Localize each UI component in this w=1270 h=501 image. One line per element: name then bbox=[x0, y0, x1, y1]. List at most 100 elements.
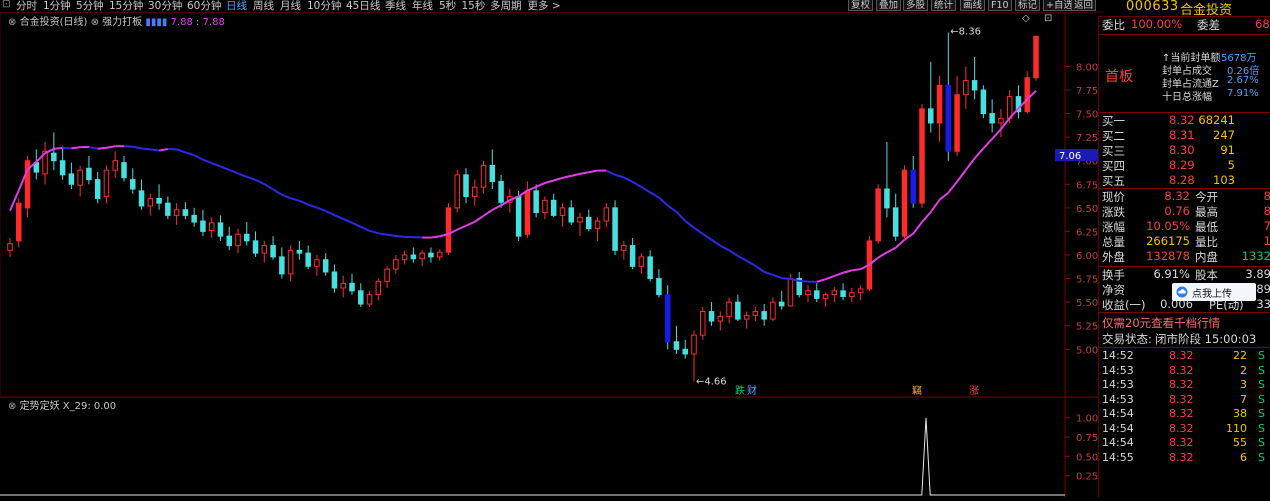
candle bbox=[946, 32, 951, 160]
tick-time: 14:54 bbox=[1102, 407, 1134, 420]
toolbar-button[interactable]: 返回 bbox=[1071, 0, 1096, 11]
candle bbox=[481, 161, 486, 194]
ma-segment bbox=[940, 193, 949, 200]
candle bbox=[806, 285, 811, 302]
tick-price: 8.32 bbox=[1169, 407, 1194, 420]
ma-segment bbox=[352, 223, 361, 227]
price-tick-label: 6.75 bbox=[1076, 180, 1098, 191]
tick-volume: 6 bbox=[1240, 451, 1247, 464]
sub-settings-icon[interactable]: ⊗ bbox=[8, 401, 16, 412]
ma-segment bbox=[826, 276, 835, 279]
tick-price: 8.32 bbox=[1169, 422, 1194, 435]
ma-segment bbox=[256, 180, 265, 184]
ma-segment bbox=[370, 231, 379, 234]
tick-volume: 110 bbox=[1226, 422, 1247, 435]
toolbar-button[interactable]: 标记 bbox=[1015, 0, 1040, 11]
toolbar-button[interactable]: 叠加 bbox=[876, 0, 901, 11]
ma-segment bbox=[659, 197, 668, 205]
tick-time: 14:52 bbox=[1102, 349, 1134, 362]
tick-price: 8.32 bbox=[1169, 349, 1194, 362]
candle bbox=[411, 247, 416, 262]
signal-marker: 财 bbox=[747, 384, 757, 397]
ma-segment bbox=[203, 160, 212, 163]
ma-segment bbox=[343, 219, 352, 223]
candle bbox=[990, 99, 995, 132]
candle bbox=[736, 295, 741, 321]
stat-label: 外盘 bbox=[1102, 249, 1125, 265]
candle bbox=[17, 198, 22, 247]
candle bbox=[43, 142, 48, 184]
tick-volume: 7 bbox=[1240, 393, 1247, 406]
candle bbox=[595, 217, 600, 241]
ma-segment bbox=[238, 173, 247, 176]
candle bbox=[341, 276, 346, 298]
price-tick-label: 5.50 bbox=[1076, 298, 1098, 309]
ma-segment bbox=[633, 182, 642, 187]
kline-chart[interactable]: 8.007.757.507.257.006.756.506.256.005.75… bbox=[0, 12, 1098, 498]
ma-segment bbox=[554, 178, 563, 181]
indicator-settings-icon[interactable]: ⊗ bbox=[91, 17, 99, 28]
tick-volume: 55 bbox=[1233, 436, 1247, 449]
tick-time: 14:53 bbox=[1102, 393, 1134, 406]
ma-segment bbox=[896, 240, 905, 248]
ma-segment bbox=[536, 183, 545, 187]
maximize-icon[interactable]: ⊡ bbox=[1044, 13, 1052, 24]
chart-area[interactable]: 8.007.757.507.257.006.756.506.256.005.75… bbox=[0, 12, 1098, 498]
stat-value: 10.05% bbox=[1146, 219, 1190, 233]
toolbar-button[interactable]: 统计 bbox=[931, 0, 956, 11]
sub-axis-label: 0.50 bbox=[1076, 452, 1098, 463]
sub-indicator-line bbox=[0, 418, 1065, 495]
ma-segment bbox=[834, 273, 843, 276]
ma-segment bbox=[799, 281, 808, 282]
candle bbox=[1025, 71, 1030, 113]
candle bbox=[709, 302, 714, 326]
candle bbox=[52, 132, 57, 170]
ma-segment bbox=[159, 149, 168, 151]
ma-segment bbox=[361, 227, 370, 231]
ma-segment bbox=[887, 248, 896, 253]
ma-segment bbox=[712, 240, 721, 246]
stat-label: 涨跌 bbox=[1102, 204, 1125, 220]
candle bbox=[692, 330, 697, 381]
candle bbox=[192, 208, 197, 227]
tick-time: 14:54 bbox=[1102, 422, 1134, 435]
ma-segment bbox=[764, 272, 773, 275]
price-tick-label: 8.00 bbox=[1076, 62, 1098, 73]
toolbar-button[interactable]: 多股 bbox=[903, 0, 928, 11]
ma-segment bbox=[703, 234, 712, 240]
upload-popup[interactable]: 点我上传 bbox=[1172, 283, 1256, 301]
ma-segment bbox=[194, 155, 203, 159]
low-price-label: ←4.66 bbox=[696, 376, 727, 387]
candle bbox=[113, 151, 118, 177]
candle bbox=[832, 287, 837, 302]
tick-volume: 38 bbox=[1233, 407, 1247, 420]
tick-side: S bbox=[1258, 451, 1265, 464]
signal-marker: 涨 bbox=[969, 385, 979, 397]
chart-close-icon[interactable]: ⊗ bbox=[8, 17, 16, 28]
diamond-icon[interactable]: ◇ bbox=[1022, 13, 1030, 24]
period-icon[interactable]: ⊡ bbox=[2, 0, 11, 10]
candle bbox=[841, 283, 846, 300]
ma-segment bbox=[913, 222, 922, 234]
ma-segment bbox=[212, 163, 221, 166]
ma-segment bbox=[89, 147, 98, 149]
sub-axis-label: 0.25 bbox=[1076, 472, 1098, 483]
toolbar-button[interactable]: 复权 bbox=[848, 0, 873, 11]
candle bbox=[174, 203, 179, 225]
ma-segment bbox=[545, 181, 554, 183]
candle bbox=[771, 297, 776, 321]
tick-side: S bbox=[1258, 436, 1265, 449]
ma-segment bbox=[54, 148, 63, 149]
promo-link[interactable]: 仅需20元查看千档行情 bbox=[1102, 315, 1220, 331]
bid-volume: 91 bbox=[1220, 143, 1235, 157]
candle bbox=[209, 217, 214, 238]
candle bbox=[779, 291, 784, 310]
ma-segment bbox=[580, 172, 589, 174]
toolbar-button[interactable]: F10 bbox=[988, 0, 1012, 11]
bid-volume: 68241 bbox=[1198, 113, 1235, 127]
ma-segment bbox=[527, 187, 536, 191]
ma-segment bbox=[948, 182, 957, 193]
toolbar-button[interactable]: 画线 bbox=[960, 0, 985, 11]
ma-segment bbox=[624, 177, 633, 181]
candle bbox=[166, 197, 171, 220]
